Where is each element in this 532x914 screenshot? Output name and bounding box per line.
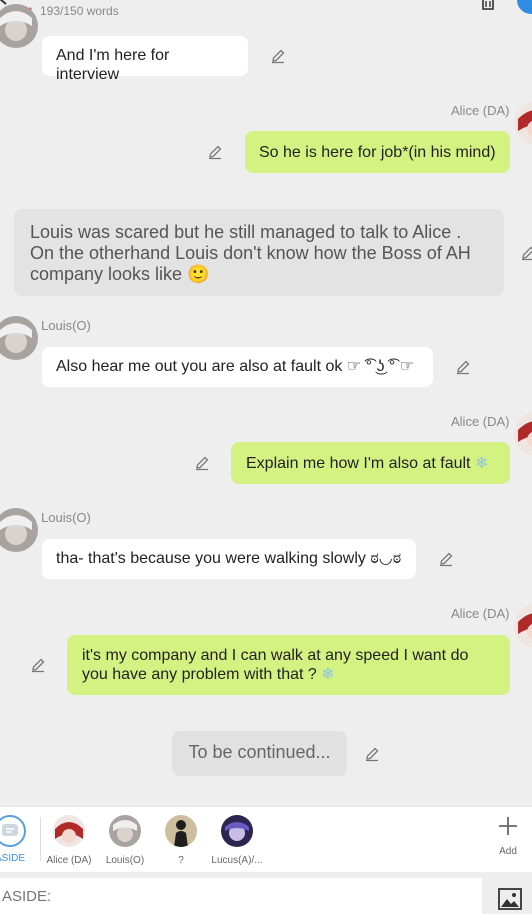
avatar-louis — [0, 508, 38, 552]
edit-icon[interactable] — [364, 746, 380, 762]
speaker-name: Louis(O) — [41, 510, 91, 525]
avatar-silhouette — [165, 815, 197, 847]
plus-icon — [499, 817, 517, 835]
avatar-louis — [0, 4, 38, 48]
message-bubble[interactable]: So he is here for job*(in his mind) — [245, 131, 510, 173]
avatar-alice — [53, 815, 85, 847]
message-bubble[interactable]: it's my company and I can walk at any sp… — [67, 635, 510, 695]
character-unknown[interactable]: ? — [151, 815, 211, 866]
input-area — [0, 872, 532, 914]
add-label: Add — [499, 846, 517, 857]
aside-icon — [0, 815, 26, 847]
word-count: 193/150 words — [40, 4, 119, 18]
character-label: Lucus(A)/... — [211, 855, 263, 866]
avatar-alice — [514, 101, 532, 145]
message-bubble[interactable]: Also hear me out you are also at fault o… — [42, 347, 433, 387]
avatar-alice — [514, 412, 532, 456]
character-label: Louis(O) — [105, 855, 145, 866]
speaker-name: Alice (DA) — [451, 103, 510, 118]
edit-icon[interactable] — [438, 551, 454, 567]
aside-line-text: company looks like — [30, 264, 183, 284]
character-lucus[interactable]: Lucus(A)/... — [207, 815, 267, 866]
aside-line: company looks like 🙂 — [30, 264, 488, 285]
avatar-lucus — [221, 815, 253, 847]
message-line: you have any problem with that ? ❄ — [82, 665, 495, 684]
avatar-louis — [109, 815, 141, 847]
to-be-continued-bubble[interactable]: To be continued... — [172, 731, 347, 776]
speaker-name: Alice (DA) — [451, 414, 510, 429]
message-bubble[interactable]: tha- that's because you were walking slo… — [42, 539, 416, 579]
aside-line: On the otherhand Louis don't know how th… — [30, 243, 471, 263]
add-character-button[interactable]: Add — [490, 815, 526, 857]
snowflake-emoji: ❄ — [474, 455, 489, 472]
aside-bubble[interactable]: Louis was scared but he still managed to… — [14, 209, 504, 296]
character-louis[interactable]: Louis(O) — [95, 815, 155, 866]
edit-icon[interactable] — [455, 359, 471, 375]
character-bar: ASIDE Alice (DA) Louis(O) ? Lucus(A)/...… — [0, 806, 532, 873]
edit-icon[interactable] — [520, 245, 532, 261]
aside-label: ASIDE — [0, 853, 25, 864]
aside-input[interactable] — [0, 878, 482, 914]
speaker-name: Louis(O) — [41, 318, 91, 333]
avatar-louis — [0, 316, 38, 360]
edit-icon[interactable] — [270, 48, 286, 64]
aside-character-button[interactable]: ASIDE — [0, 815, 30, 864]
edit-icon[interactable] — [194, 455, 210, 471]
trash-icon[interactable] — [480, 0, 496, 10]
avatar-alice — [514, 604, 532, 648]
speaker-name: Alice (DA) — [451, 606, 510, 621]
message-bubble[interactable]: Explain me how I'm also at fault ❄ — [231, 442, 510, 484]
top-bar: 193/150 words — [0, 0, 532, 24]
message-text: Explain me how I'm also at fault — [246, 455, 471, 472]
edit-icon[interactable] — [30, 657, 46, 673]
aside-line: Louis was scared but he still managed to… — [30, 222, 462, 242]
edit-icon[interactable] — [207, 144, 223, 160]
character-label: ? — [178, 855, 184, 866]
image-icon[interactable] — [498, 888, 522, 910]
publish-button[interactable] — [517, 0, 532, 14]
snowflake-emoji: ❄ — [321, 666, 335, 683]
message-bubble[interactable]: And I'm here for interview — [42, 36, 248, 83]
smile-emoji: 🙂 — [187, 264, 210, 284]
character-label: Alice (DA) — [46, 855, 92, 866]
message-line-text: you have any problem with that ? — [82, 666, 317, 683]
character-alice[interactable]: Alice (DA) — [39, 815, 99, 866]
message-line: it's my company and I can walk at any sp… — [82, 647, 469, 664]
